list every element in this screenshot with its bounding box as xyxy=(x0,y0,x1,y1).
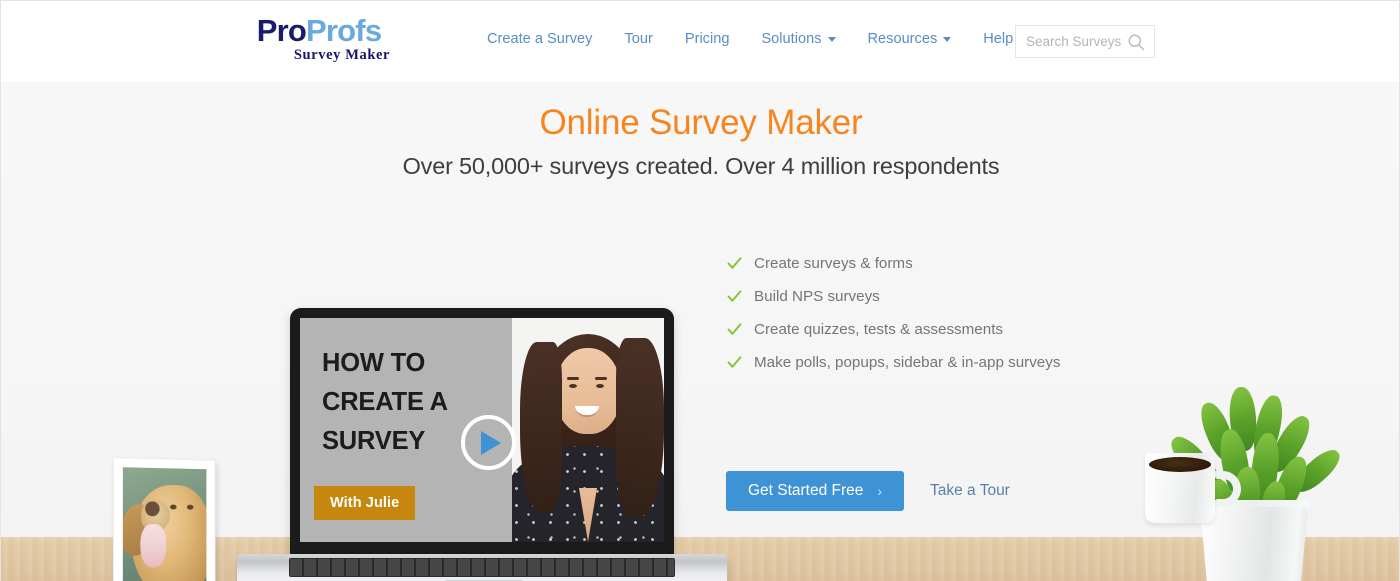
with-julie-badge: With Julie xyxy=(314,486,416,520)
play-icon xyxy=(481,430,501,455)
video-title-line-3: SURVEY xyxy=(322,426,426,455)
dog-eye xyxy=(186,504,194,510)
search-input[interactable] xyxy=(1026,34,1126,49)
feature-item: Make polls, popups, sidebar & in-app sur… xyxy=(726,352,1060,372)
presenter-image xyxy=(512,318,664,542)
nav-label: Resources xyxy=(867,31,938,47)
nav-label: Create a Survey xyxy=(487,31,593,47)
logo-pro-text: Pro xyxy=(256,13,307,48)
feature-item: Create quizzes, tests & assessments xyxy=(726,319,1060,339)
feature-item: Build NPS surveys xyxy=(726,286,1060,306)
nav-label: Tour xyxy=(624,31,653,47)
coffee-liquid xyxy=(1149,457,1211,472)
coffee-mug xyxy=(1145,453,1215,523)
chevron-down-icon xyxy=(827,36,836,42)
video-thumbnail[interactable]: HOW TO CREATE A SURVEY With Julie xyxy=(300,318,664,542)
logo-proprofs-survey-maker[interactable]: ProProfs Survey Maker xyxy=(239,15,399,64)
presenter-hair-strand xyxy=(616,338,664,516)
dog-photo-frame xyxy=(113,457,216,581)
feature-item: Create surveys & forms xyxy=(726,253,1060,273)
chevron-right-icon: › xyxy=(877,483,883,499)
laptop: HOW TO CREATE A SURVEY With Julie xyxy=(237,308,727,581)
page-root: ProProfs Survey Maker Create a Survey To… xyxy=(0,0,1400,581)
presenter-eyebrow xyxy=(567,377,579,380)
video-title-text: HOW TO CREATE A SURVEY xyxy=(322,344,448,460)
logo-profs-text: Profs xyxy=(306,13,382,48)
nav-item-tour[interactable]: Tour xyxy=(608,31,668,47)
nav-item-create-a-survey[interactable]: Create a Survey xyxy=(471,31,608,47)
cta-row: Get Started Free › Take a Tour xyxy=(726,471,1010,511)
check-icon xyxy=(727,355,742,368)
nav-label: Solutions xyxy=(761,31,822,47)
search-icon[interactable] xyxy=(1126,32,1146,52)
dog-nose xyxy=(145,501,160,517)
get-started-free-label: Get Started Free xyxy=(747,482,864,499)
page-title: Online Survey Maker xyxy=(539,103,863,142)
hero-subtitle: Over 50,000+ surveys created. Over 4 mil… xyxy=(402,153,1000,179)
chevron-down-icon xyxy=(943,36,952,42)
presenter-eye xyxy=(596,384,604,388)
laptop-lid: HOW TO CREATE A SURVEY With Julie xyxy=(290,308,674,560)
nav-item-solutions[interactable]: Solutions xyxy=(745,31,851,47)
presenter-eyebrow xyxy=(595,377,607,380)
check-icon xyxy=(727,322,742,335)
get-started-free-button[interactable]: Get Started Free › xyxy=(726,471,904,511)
logo-wordmark: ProProfs xyxy=(239,15,399,46)
hero-section: Online Survey Maker Over 50,000+ surveys… xyxy=(1,82,1399,581)
nav-item-pricing[interactable]: Pricing xyxy=(669,31,746,47)
site-header: ProProfs Survey Maker Create a Survey To… xyxy=(1,1,1399,82)
dog-photo xyxy=(122,467,207,581)
dog-eye xyxy=(170,504,177,510)
video-title-line-1: HOW TO xyxy=(322,349,426,377)
nav-label: Help xyxy=(983,31,1014,47)
plant-pot xyxy=(1200,507,1308,581)
play-button[interactable] xyxy=(461,415,516,470)
keyboard-keys xyxy=(290,559,674,576)
search-surveys-box[interactable] xyxy=(1015,25,1155,58)
presenter-hair-strand xyxy=(520,342,562,512)
nav-label: Pricing xyxy=(684,31,730,47)
check-icon xyxy=(727,256,742,269)
dog-tongue xyxy=(140,523,167,568)
feature-label: Create quizzes, tests & assessments xyxy=(754,320,1004,338)
logo-subtitle: Survey Maker xyxy=(293,47,391,63)
feature-label: Build NPS surveys xyxy=(754,287,880,305)
take-a-tour-link[interactable]: Take a Tour xyxy=(930,482,1010,500)
presenter-eye xyxy=(569,384,577,388)
laptop-keyboard xyxy=(289,558,675,577)
main-navigation: Create a Survey Tour Pricing Solutions R… xyxy=(471,31,1029,47)
video-title-line-2: CREATE A xyxy=(322,387,448,416)
feature-label: Create surveys & forms xyxy=(754,254,913,272)
check-icon xyxy=(727,289,742,302)
feature-list: Create surveys & forms Build NPS surveys… xyxy=(726,253,1060,385)
presenter-face xyxy=(555,348,621,434)
feature-label: Make polls, popups, sidebar & in-app sur… xyxy=(754,353,1061,371)
nav-item-resources[interactable]: Resources xyxy=(852,31,968,47)
